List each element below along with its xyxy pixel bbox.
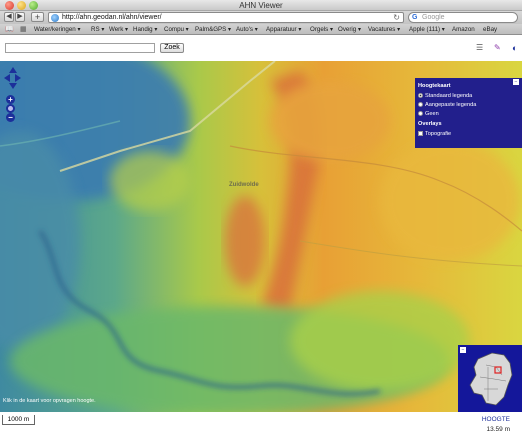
scale-bar: 1000 m [2, 415, 35, 425]
height-label: HOOGTE [481, 416, 510, 423]
bookmarks-bar: 📖 ▦ Water/keringen ▾ RS ▾ Werk ▾ Handig … [0, 24, 522, 35]
layer-option-custom[interactable]: Aangepaste legenda [418, 101, 519, 110]
layer-panel-collapse-icon[interactable]: − [513, 79, 519, 85]
checkbox-icon[interactable] [418, 131, 423, 137]
overlays-heading: Overlays [418, 121, 442, 127]
zoek-button[interactable]: Zoek [160, 43, 184, 53]
zoom-in-button[interactable]: + [6, 95, 15, 104]
layer-switcher-panel: − Hoogtekaart Standaard legenda Aangepas… [415, 78, 522, 148]
forward-arrow-icon: ▶ [17, 13, 23, 20]
new-tab-button[interactable]: + [31, 12, 44, 22]
address-bar[interactable]: http://ahn.geodan.nl/ahn/viewer/ ↻ [48, 12, 404, 23]
height-map[interactable]: + − − Hoogtekaart Standaard legenda Aang… [0, 61, 522, 412]
bookmark-item[interactable]: eBay [483, 24, 497, 35]
map-hint-text: Klik in de kaart voor opvragen hoogte. [3, 398, 96, 404]
legend-list-icon[interactable]: ☰ [476, 44, 483, 52]
bookmark-item[interactable]: Handig ▾ [133, 24, 157, 35]
zoom-world-icon[interactable] [6, 104, 15, 113]
browser-search-field[interactable]: G Google [408, 12, 518, 23]
bookmark-item[interactable]: Apple (111) ▾ [409, 24, 445, 35]
bookmark-item[interactable]: RS ▾ [91, 24, 104, 35]
globe-icon [51, 14, 59, 22]
bookmark-item[interactable]: Water/keringen ▾ [34, 24, 81, 35]
window-titlebar: AHN Viewer [0, 0, 522, 11]
info-icon[interactable]: ◐ [512, 44, 517, 53]
bookmark-item[interactable]: Apparatuur ▾ [266, 24, 301, 35]
place-label-zuidwolde: Zuidwolde [229, 182, 259, 188]
layer-option-standard[interactable]: Standaard legenda [418, 92, 519, 101]
plus-icon: + [34, 12, 41, 22]
bookmark-item[interactable]: Palm&GPS ▾ [195, 24, 231, 35]
bookmark-item[interactable]: Amazon [452, 24, 475, 35]
browser-search-placeholder: Google [422, 14, 445, 21]
radio-icon[interactable] [418, 102, 423, 108]
window-title: AHN Viewer [239, 1, 283, 10]
location-search-input[interactable] [5, 43, 155, 53]
netherlands-map-icon [469, 352, 513, 406]
back-button[interactable]: ◀ [4, 12, 14, 22]
pan-right-icon[interactable] [15, 74, 21, 82]
address-text: http://ahn.geodan.nl/ahn/viewer/ [62, 14, 162, 21]
layer-heading: Hoogtekaart [418, 83, 451, 89]
zoom-out-button[interactable]: − [6, 113, 15, 122]
print-icon[interactable]: ✎ [494, 44, 501, 52]
bookmark-item[interactable]: Werk ▾ [109, 24, 128, 35]
bookmark-item[interactable]: Overig ▾ [338, 24, 361, 35]
pan-control [4, 67, 22, 97]
radio-icon[interactable] [418, 111, 423, 117]
bookmark-item[interactable]: Compu ▾ [164, 24, 189, 35]
bookmarks-book-icon[interactable]: 📖 [5, 25, 14, 33]
forward-button[interactable]: ▶ [15, 12, 25, 22]
bookmark-item[interactable]: Vacatures ▾ [368, 24, 400, 35]
pan-up-icon[interactable] [9, 67, 17, 73]
google-icon: G [412, 14, 418, 21]
bookmark-item[interactable]: Auto's ▾ [236, 24, 258, 35]
reload-icon[interactable]: ↻ [393, 13, 400, 22]
layer-option-none[interactable]: Geen [418, 110, 519, 119]
map-footer: 1000 m HOOGTE 13.59 m [0, 412, 522, 437]
top-sites-grid-icon[interactable]: ▦ [20, 25, 27, 33]
pan-down-icon[interactable] [9, 83, 17, 89]
radio-selected-icon[interactable] [418, 93, 423, 99]
browser-toolbar: ◀ ▶ + http://ahn.geodan.nl/ahn/viewer/ ↻… [0, 11, 522, 24]
height-value: 13.59 m [486, 426, 511, 433]
bookmark-item[interactable]: Orgels ▾ [310, 24, 333, 35]
overview-map[interactable]: − [458, 345, 522, 412]
back-arrow-icon: ◀ [6, 13, 12, 20]
page-header: Zoek ☰ ✎ ◐ [0, 36, 522, 61]
pan-left-icon[interactable] [4, 74, 10, 82]
overlay-option-topografie[interactable]: Topografie [418, 130, 519, 139]
